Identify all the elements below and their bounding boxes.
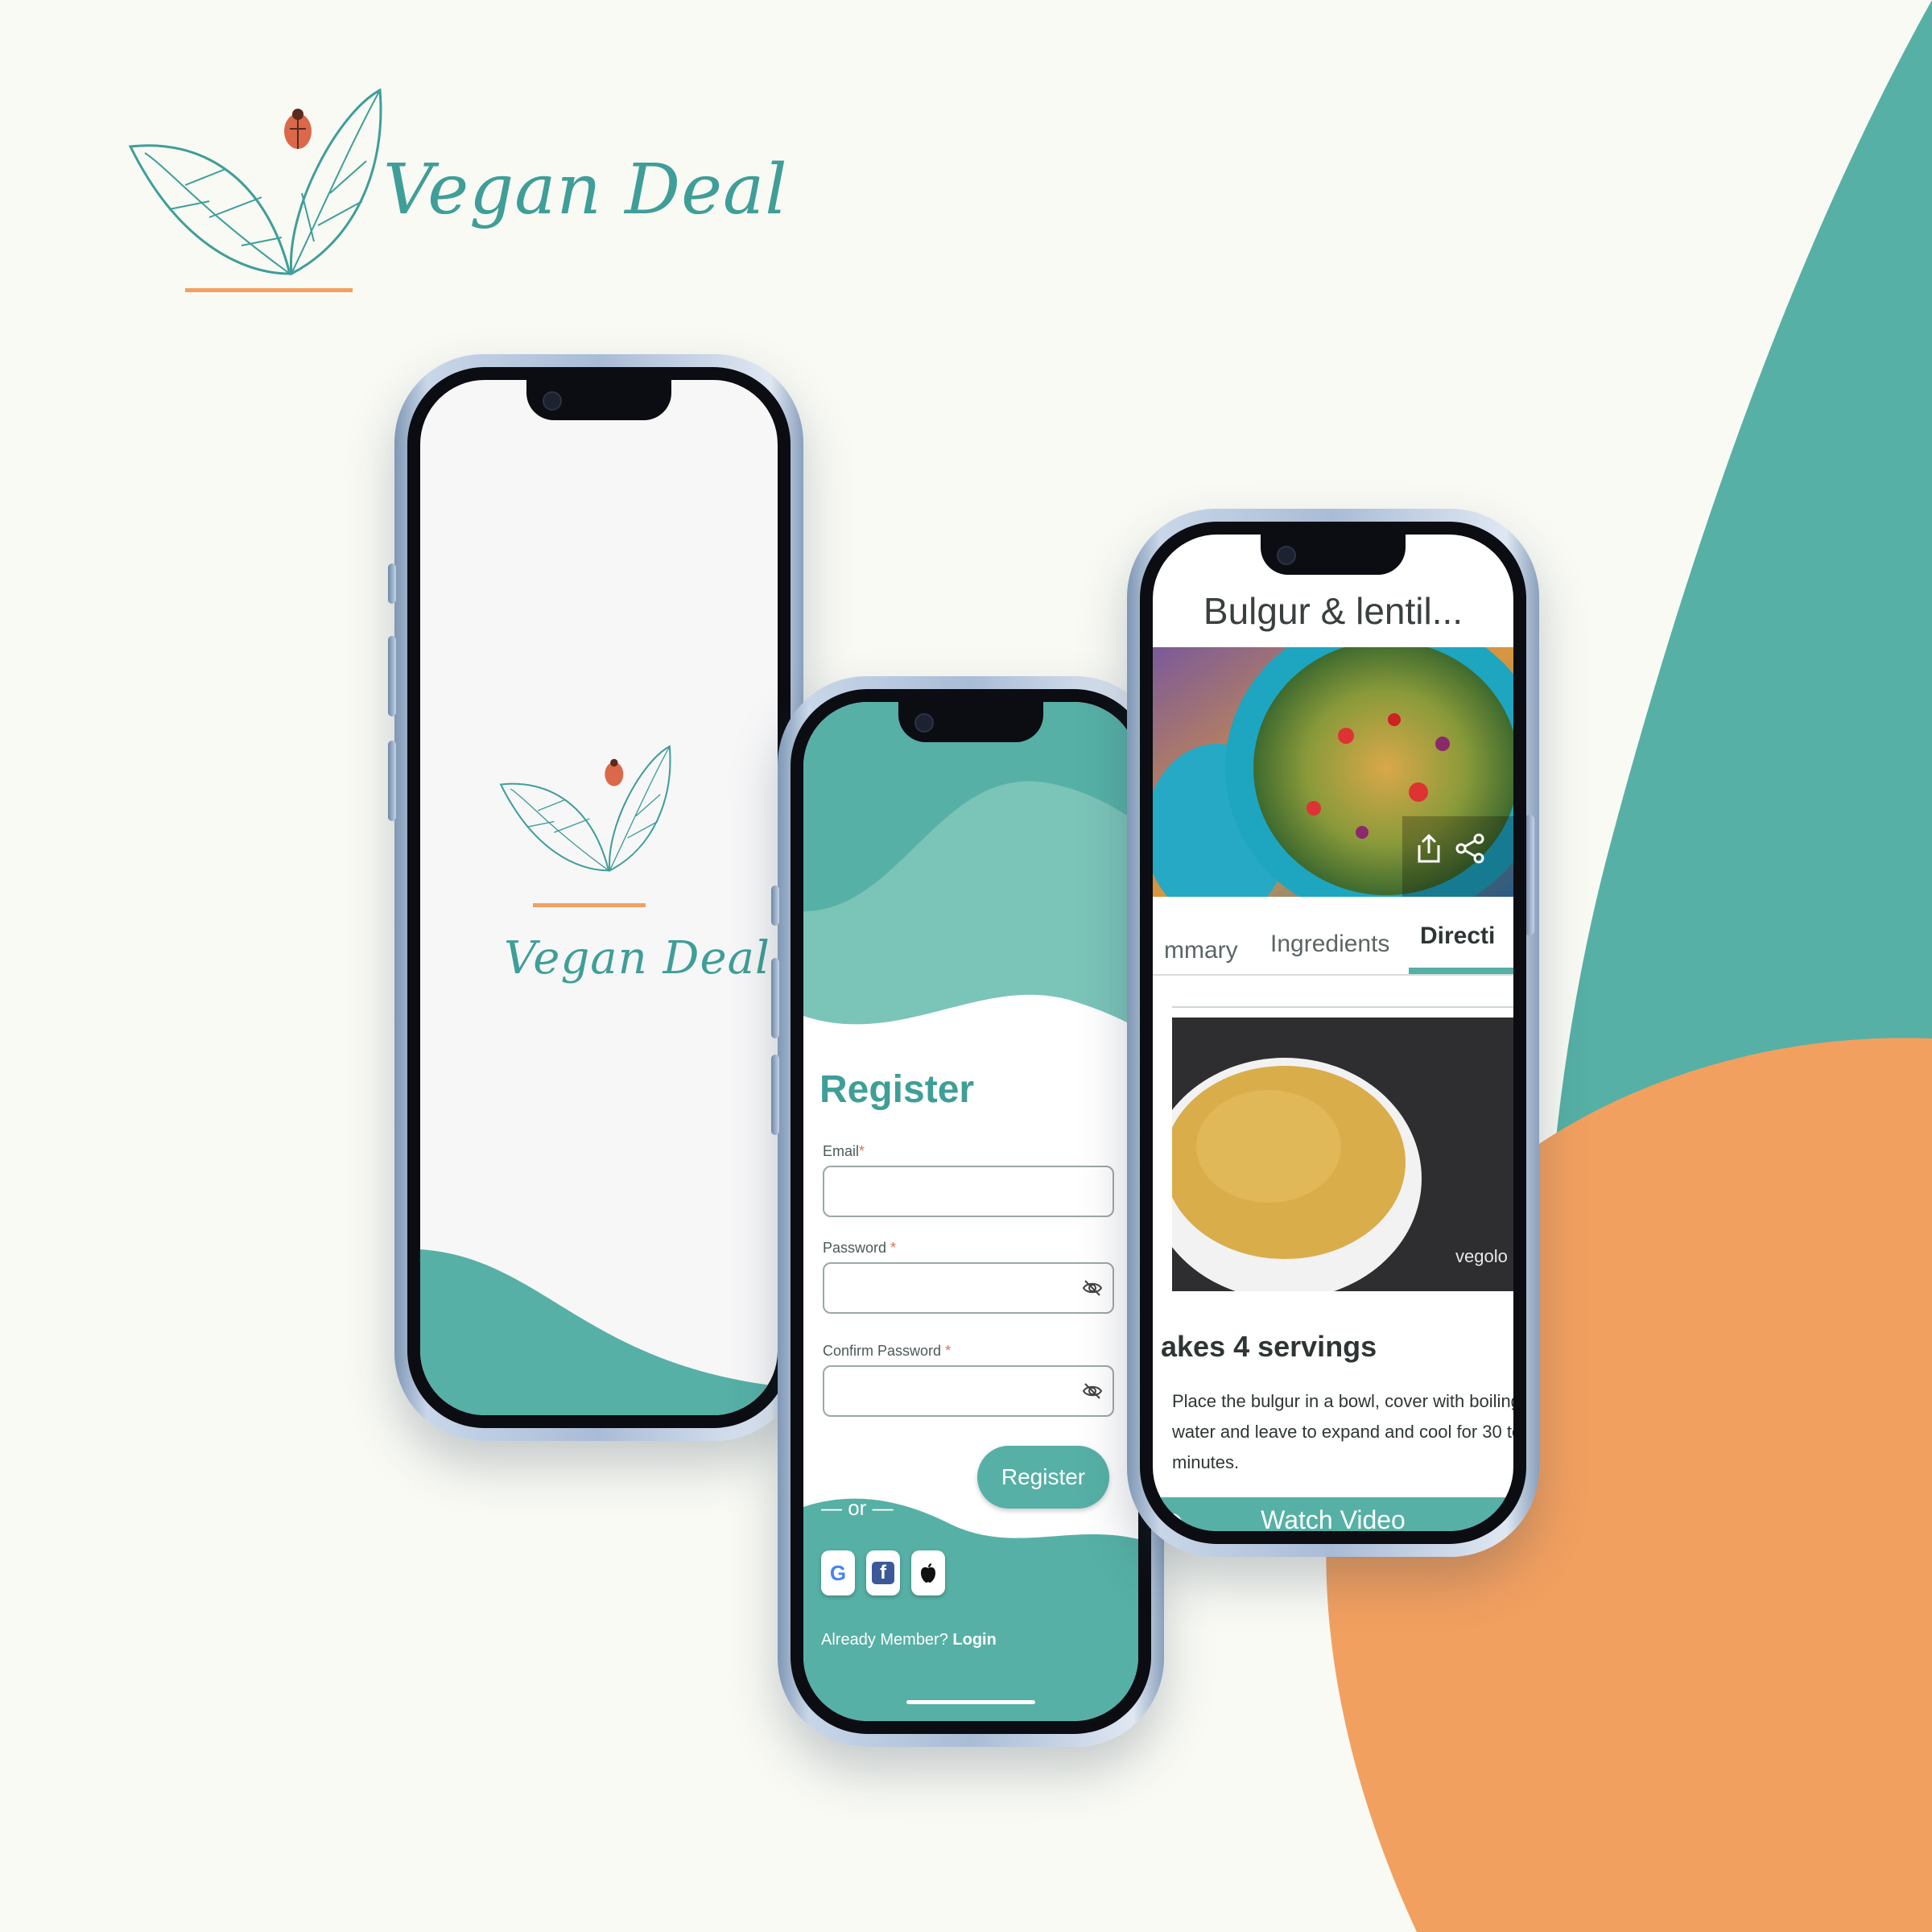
servings-heading: akes 4 servings: [1161, 1330, 1377, 1363]
eye-off-icon[interactable]: [1082, 1381, 1103, 1402]
email-field[interactable]: [823, 1166, 1114, 1217]
google-button[interactable]: G: [821, 1550, 855, 1596]
tab-directions[interactable]: Directi: [1420, 923, 1495, 950]
recipe-screen: Bulgur & lentil... mmary Ingredients Dir…: [1153, 535, 1513, 1531]
direction-step-text: Place the bulgur in a bowl, cover with b…: [1172, 1391, 1513, 1472]
email-label: Email*: [823, 1143, 865, 1159]
already-member-text: Already Member? Login: [821, 1631, 997, 1649]
confirm-password-label: Confirm Password *: [823, 1343, 952, 1359]
login-link[interactable]: Login: [952, 1631, 996, 1649]
apple-icon: [921, 1563, 935, 1583]
brand-underline: [185, 288, 353, 292]
confirm-password-field[interactable]: [823, 1365, 1114, 1417]
share-icon[interactable]: [1455, 832, 1487, 865]
password-label: Password *: [823, 1240, 897, 1256]
home-indicator: [906, 1700, 1035, 1704]
register-title: Register: [819, 1068, 975, 1111]
tabs-divider: [1153, 974, 1513, 976]
register-screen: Register Email* Password * Confirm Passw…: [803, 702, 1138, 1721]
phone-recipe: Bulgur & lentil... mmary Ingredients Dir…: [1127, 509, 1539, 1557]
image-watermark: vegolo: [1455, 1246, 1508, 1266]
leaf-logo-icon: [128, 88, 382, 276]
recipe-title: Bulgur & lentil...: [1203, 590, 1463, 632]
watch-video-button[interactable]: Watch Video: [1153, 1497, 1513, 1531]
phone-splash: Vegan Deal: [388, 354, 803, 1441]
leaf-logo-icon: [499, 745, 671, 873]
upload-icon[interactable]: [1414, 832, 1443, 865]
watch-video-label: Watch Video: [1261, 1505, 1406, 1531]
tab-summary[interactable]: mmary: [1164, 937, 1238, 964]
splash-wave: [420, 1249, 778, 1415]
phone-register: Register Email* Password * Confirm Passw…: [771, 676, 1164, 1747]
splash-underline: [533, 903, 646, 907]
splash-screen: Vegan Deal: [420, 380, 778, 1415]
eye-off-icon[interactable]: [1082, 1278, 1103, 1298]
facebook-icon: f: [872, 1562, 894, 1584]
active-tab-indicator: [1409, 968, 1513, 974]
password-field[interactable]: [823, 1262, 1114, 1314]
brand-name: Vegan Deal: [383, 150, 788, 230]
or-divider: — or —: [821, 1496, 894, 1520]
splash-logo-text: Vegan Deal: [504, 932, 770, 985]
tab-ingredients[interactable]: Ingredients: [1270, 931, 1389, 958]
section-divider: [1172, 1006, 1513, 1008]
google-icon: G: [829, 1560, 847, 1585]
apple-button[interactable]: [911, 1550, 945, 1596]
brand-logo: Vegan Deal: [121, 80, 787, 306]
register-button[interactable]: Register: [977, 1446, 1109, 1509]
register-top-wave: [803, 702, 1138, 1064]
facebook-button[interactable]: f: [866, 1550, 900, 1596]
